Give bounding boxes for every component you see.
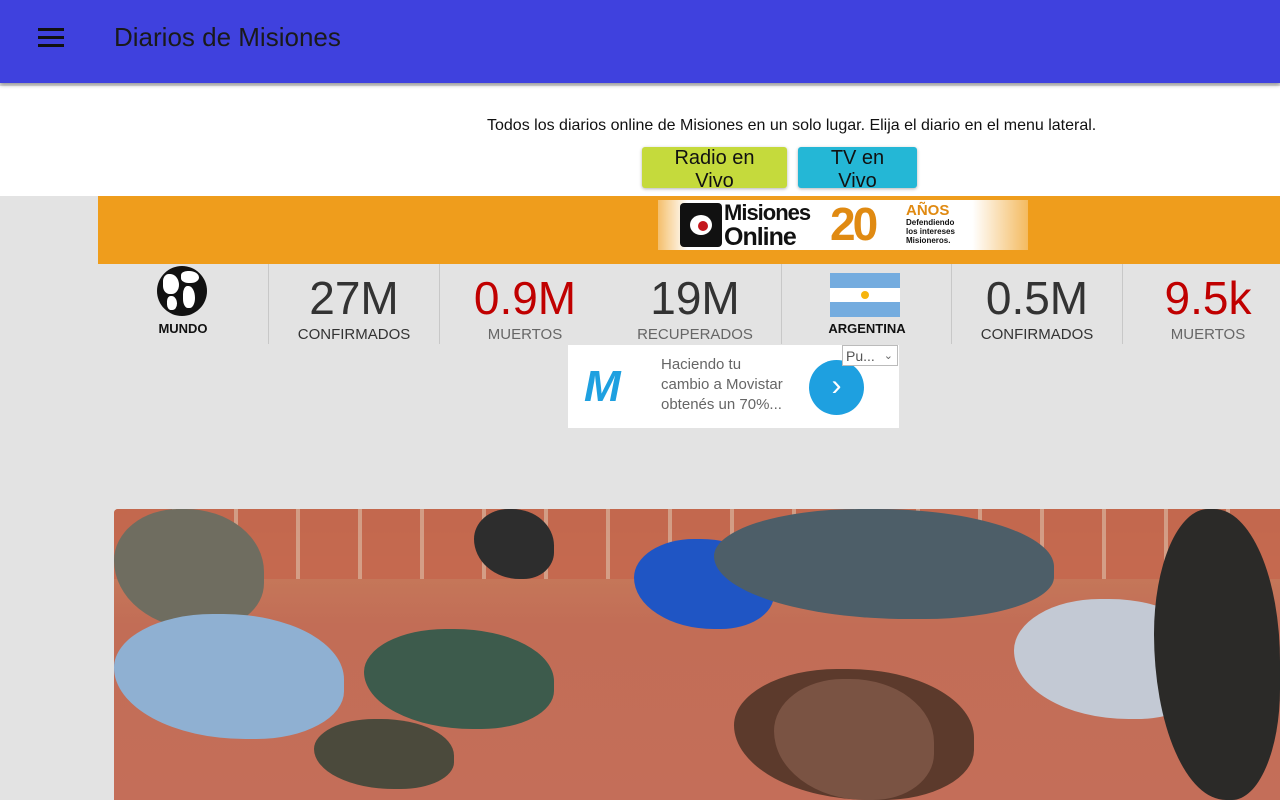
- photo-object: [364, 629, 554, 729]
- stat-argentina-deaths: 9.5k MUERTOS: [1122, 264, 1280, 344]
- stat-value: 0.9M: [473, 272, 577, 324]
- stat-value: 9.5k: [1164, 272, 1252, 324]
- chevron-right-icon[interactable]: ›: [809, 360, 864, 415]
- stat-value: 0.5M: [985, 272, 1089, 324]
- tagline-line-3: Misioneros.: [906, 236, 951, 245]
- anniversary-number: 20: [830, 198, 878, 250]
- tagline-line-1: Defendiendo: [906, 218, 955, 227]
- region-argentina: ARGENTINA: [781, 264, 952, 344]
- logo-text: Misiones Online: [724, 200, 811, 251]
- stat-value: 27M: [309, 272, 399, 324]
- movistar-m-icon: M: [584, 362, 621, 411]
- app-title: Diarios de Misiones: [114, 22, 341, 52]
- news-photo[interactable]: [114, 509, 1280, 800]
- chevron-down-icon: ⌄: [883, 350, 893, 362]
- stat-world-confirmed: 27M CONFIRMADOS: [268, 264, 439, 344]
- globe-icon: [157, 266, 207, 316]
- argentina-flag-icon: [830, 273, 900, 317]
- region-name: MUNDO: [158, 321, 208, 336]
- tv-en-vivo-button[interactable]: TV en Vivo: [798, 147, 917, 192]
- ad-options-select[interactable]: Pu... ⌄: [842, 345, 898, 366]
- stat-argentina-confirmed: 0.5M CONFIRMADOS: [951, 264, 1122, 344]
- logo-tagline: Defendiendo los intereses Misioneros.: [906, 218, 955, 245]
- movistar-ad[interactable]: M Haciendo tu cambio a Movistar obtenés …: [568, 345, 899, 428]
- tagline-line-2: los intereses: [906, 227, 955, 236]
- region-name: ARGENTINA: [828, 321, 906, 336]
- header-banner: Misiones Online 20 AÑOS Defendiendo los …: [98, 196, 1280, 264]
- app-bar: Diarios de Misiones: [0, 0, 1280, 83]
- stat-label: RECUPERADOS: [637, 326, 753, 343]
- stat-label: MUERTOS: [1170, 326, 1246, 343]
- stat-world-recovered: 19M RECUPERADOS: [610, 264, 780, 344]
- misiones-online-logo[interactable]: Misiones Online 20 AÑOS Defendiendo los …: [658, 200, 1028, 250]
- ad-text-line-2: cambio a Movistar: [661, 376, 783, 393]
- logo-line-1: Misiones: [724, 200, 811, 225]
- eye-logo-icon: [680, 203, 722, 247]
- region-world: MUNDO: [98, 264, 268, 344]
- stat-label: MUERTOS: [487, 326, 563, 343]
- covid-stats-bar: MUNDO 27M CONFIRMADOS 0.9M MUERTOS 19M R…: [98, 264, 1280, 344]
- stat-label: CONFIRMADOS: [297, 326, 411, 343]
- intro-text: Todos los diarios online de Misiones en …: [487, 117, 1097, 134]
- ad-select-value: Pu...: [846, 348, 875, 364]
- stat-label: CONFIRMADOS: [980, 326, 1094, 343]
- stat-value: 19M: [650, 272, 740, 324]
- photo-object: [314, 719, 454, 789]
- ad-text-line-1: Haciendo tu: [661, 356, 742, 373]
- ad-text-line-3: obtenés un 70%...: [661, 396, 782, 413]
- photo-object: [114, 614, 344, 739]
- hamburger-menu-icon[interactable]: [36, 26, 66, 50]
- intro-section: Todos los diarios online de Misiones en …: [0, 86, 1280, 196]
- anniversary-word: AÑOS: [906, 202, 950, 219]
- ad-text: Haciendo tu cambio a Movistar obtenés un…: [661, 355, 801, 415]
- logo-line-2: Online: [724, 223, 797, 251]
- stat-world-deaths: 0.9M MUERTOS: [439, 264, 610, 344]
- radio-en-vivo-button[interactable]: Radio en Vivo: [642, 147, 787, 192]
- photo-object: [114, 509, 264, 629]
